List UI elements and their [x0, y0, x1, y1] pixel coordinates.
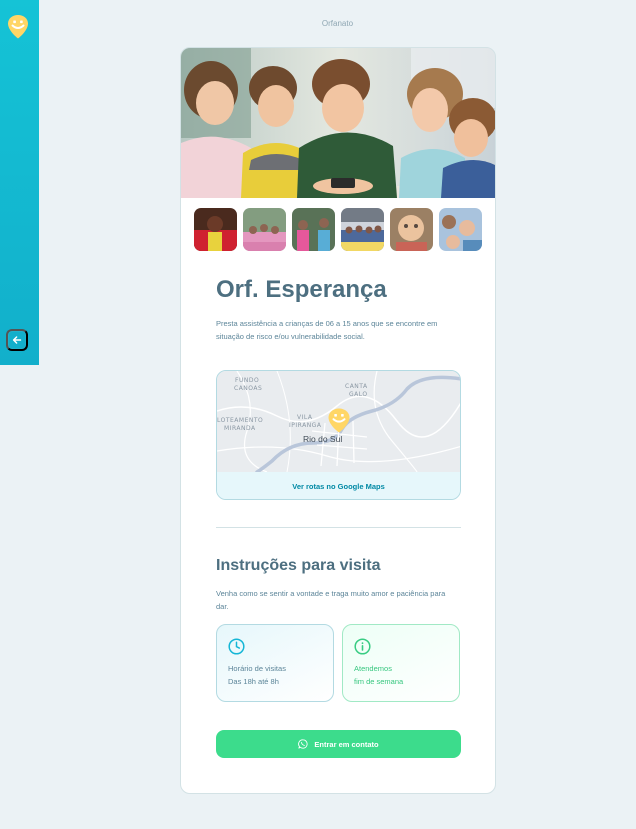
instructions-text: Venha como se sentir a vontade e traga m…	[216, 589, 446, 611]
contact-button-label: Entrar em contato	[314, 739, 379, 749]
google-maps-link[interactable]: Ver rotas no Google Maps	[217, 472, 460, 499]
orphanage-name: Orf. Esperança	[216, 276, 387, 303]
gallery-thumbnail[interactable]	[390, 208, 433, 251]
page-title: Orfanato	[321, 19, 354, 28]
info-icon	[354, 638, 371, 655]
open-label: Atendemos	[354, 664, 392, 673]
svg-text:IPIRANGA: IPIRANGA	[289, 422, 322, 429]
gallery-thumbnail[interactable]	[243, 208, 286, 251]
visiting-hours-label: Horário de visitas	[228, 664, 286, 673]
contact-button[interactable]: Entrar em contato	[216, 730, 461, 758]
sidebar	[0, 0, 39, 365]
gallery-thumbnail[interactable]	[292, 208, 335, 251]
map-image[interactable]: FUNDO CANOAS CANTA GALO LOTEAMENTO MIRAN…	[217, 371, 461, 472]
location-map[interactable]: FUNDO CANOAS CANTA GALO LOTEAMENTO MIRAN…	[216, 370, 461, 500]
whatsapp-icon	[298, 739, 308, 749]
orphanage-details-card: Orf. Esperança Presta assistência a cria…	[180, 47, 496, 794]
map-label-canta-galo: CANTA	[345, 383, 368, 390]
visiting-hours-box: Horário de visitas Das 18h até 8h	[216, 624, 334, 702]
gallery-thumbnail[interactable]	[341, 208, 384, 251]
happy-face-marker-icon[interactable]	[7, 14, 29, 39]
open-weekends-box: Atendemos fim de semana	[342, 624, 460, 702]
photo-gallery	[194, 208, 482, 251]
hero-photo	[181, 48, 495, 198]
map-city-label: Rio do Sul	[303, 434, 342, 444]
orphanage-description: Presta assistência a crianças de 06 a 15…	[216, 319, 438, 341]
svg-text:MIRANDA: MIRANDA	[224, 425, 256, 432]
section-divider	[216, 527, 461, 528]
map-label-fundo-canoas: FUNDO	[235, 377, 259, 384]
map-label-vila-ipiranga: VILA	[297, 414, 313, 421]
map-label-loteamento-miranda: LOTEAMENTO	[217, 417, 263, 424]
gallery-thumbnail[interactable]	[194, 208, 237, 251]
instructions-title: Instruções para visita	[216, 557, 381, 574]
arrow-left-icon	[12, 336, 22, 344]
open-value: fim de semana	[354, 676, 404, 686]
back-button[interactable]	[6, 329, 28, 351]
svg-text:CANOAS: CANOAS	[234, 385, 262, 392]
visiting-hours-value: Das 18h até 8h	[228, 676, 279, 686]
gallery-thumbnail[interactable]	[439, 208, 482, 251]
clock-icon	[228, 638, 245, 655]
svg-text:GALO: GALO	[349, 391, 368, 398]
